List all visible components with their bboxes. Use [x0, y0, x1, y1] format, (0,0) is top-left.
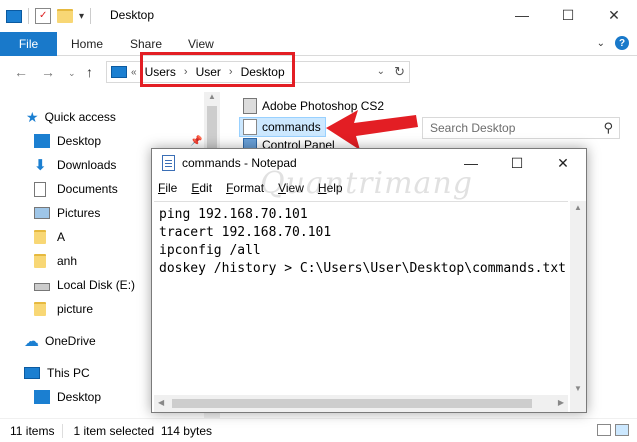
- tab-view[interactable]: View: [188, 37, 214, 51]
- tab-file[interactable]: File: [0, 32, 57, 56]
- up-arrow-icon[interactable]: ↑: [86, 64, 93, 80]
- scroll-left-icon[interactable]: ◀: [158, 398, 164, 407]
- ribbon: File Home Share View ⌄ ?: [0, 32, 637, 56]
- selection-info: 1 item selected 114 bytes: [73, 423, 212, 438]
- nav-item-desktop-pc[interactable]: Desktop: [34, 386, 101, 408]
- control-panel-icon: [243, 138, 257, 148]
- notepad-icon: [162, 155, 175, 171]
- nav-item-quick-access[interactable]: ★ Quick access: [26, 106, 116, 128]
- customize-toolbar-icon[interactable]: ▾: [79, 11, 84, 22]
- scroll-up-icon[interactable]: ▲: [208, 92, 216, 101]
- horizontal-scroll-thumb[interactable]: [172, 399, 532, 408]
- nav-item-pictures[interactable]: Pictures: [34, 202, 100, 224]
- minimize-button[interactable]: —: [499, 0, 545, 30]
- text-line: doskey /history > C:\Users\User\Desktop\…: [159, 261, 566, 276]
- cloud-icon: ☁: [24, 333, 39, 350]
- nav-item-anh[interactable]: anh: [34, 250, 77, 272]
- photoshop-shortcut-icon: [243, 98, 257, 114]
- nav-item-documents[interactable]: Documents: [34, 178, 118, 200]
- overflow-chevron-icon[interactable]: «: [131, 67, 137, 78]
- nav-item-picture[interactable]: picture: [34, 298, 93, 320]
- search-input[interactable]: Search Desktop ⚲: [422, 117, 620, 139]
- resize-grip[interactable]: [570, 395, 586, 412]
- text-line: tracert 192.168.70.101: [159, 225, 332, 240]
- desktop-icon: [34, 390, 50, 404]
- nav-item-a[interactable]: A: [34, 226, 65, 248]
- tab-share[interactable]: Share: [130, 37, 162, 51]
- menu-format[interactable]: Format: [226, 181, 264, 195]
- this-pc-icon: [111, 66, 127, 78]
- new-folder-icon[interactable]: [57, 9, 73, 23]
- large-icons-view-icon[interactable]: [615, 424, 629, 436]
- explorer-app-icon: [6, 9, 22, 23]
- file-item-commands[interactable]: commands: [239, 117, 326, 137]
- notepad-vertical-scrollbar[interactable]: ▲ ▼: [570, 201, 586, 395]
- refresh-icon[interactable]: ↻: [394, 64, 405, 80]
- folder-icon: [34, 230, 46, 244]
- notepad-horizontal-scrollbar[interactable]: ◀ ▶: [154, 395, 568, 412]
- back-arrow-icon[interactable]: ←: [14, 64, 28, 80]
- address-dropdown-icon[interactable]: ⌄: [377, 66, 385, 77]
- quick-access-toolbar: ✓ ▾: [6, 6, 92, 26]
- nav-item-local-disk-e[interactable]: Local Disk (E:): [34, 274, 135, 296]
- folder-icon: [34, 254, 46, 268]
- details-view-icon[interactable]: [597, 424, 611, 436]
- expand-ribbon-icon[interactable]: ⌄: [597, 38, 605, 49]
- forward-arrow-icon[interactable]: →: [41, 64, 55, 80]
- star-icon: ★: [26, 108, 39, 125]
- address-row: ← → ⌄ ↑ « Users › User › Desktop ⌄ ↻ Sea…: [0, 56, 637, 139]
- nav-item-onedrive[interactable]: ☁ OneDrive: [24, 330, 96, 352]
- window-title: Desktop: [110, 8, 155, 22]
- desktop-icon: [34, 134, 50, 148]
- documents-icon: [34, 181, 46, 197]
- search-icon: ⚲: [603, 120, 613, 135]
- nav-item-downloads[interactable]: ⬇ Downloads: [34, 154, 116, 176]
- address-highlight-box: [140, 52, 295, 87]
- tab-home[interactable]: Home: [71, 37, 103, 51]
- scroll-down-icon[interactable]: ▼: [574, 384, 582, 393]
- text-line: ping 192.168.70.101: [159, 207, 308, 222]
- text-line: ipconfig /all: [159, 243, 261, 258]
- help-icon[interactable]: ?: [615, 36, 629, 50]
- folder-icon: [34, 302, 46, 316]
- maximize-button[interactable]: ☐: [545, 0, 591, 30]
- scroll-up-icon[interactable]: ▲: [574, 203, 582, 212]
- recent-locations-icon[interactable]: ⌄: [68, 68, 76, 79]
- status-bar: 11 items 1 item selected 114 bytes: [0, 418, 637, 442]
- pictures-icon: [34, 207, 50, 219]
- menu-edit[interactable]: Edit: [191, 181, 212, 195]
- scroll-right-icon[interactable]: ▶: [558, 398, 564, 407]
- close-button[interactable]: ✕: [591, 0, 637, 30]
- watermark: Quantrimang: [260, 166, 473, 201]
- pin-icon[interactable]: 📌: [190, 136, 202, 147]
- download-icon: ⬇: [34, 157, 47, 174]
- notepad-close-button[interactable]: ✕: [540, 149, 586, 177]
- menu-file[interactable]: File: [158, 181, 177, 195]
- drive-icon: [34, 283, 50, 291]
- properties-icon[interactable]: ✓: [35, 8, 51, 24]
- explorer-titlebar: ✓ ▾ Desktop — ☐ ✕: [0, 0, 637, 32]
- notepad-maximize-button[interactable]: ☐: [494, 149, 540, 177]
- nav-item-desktop[interactable]: Desktop: [34, 130, 101, 152]
- caption-buttons: — ☐ ✕: [499, 0, 637, 30]
- text-file-icon: [243, 119, 257, 135]
- pc-icon: [24, 367, 40, 379]
- notepad-text-area[interactable]: ping 192.168.70.101 tracert 192.168.70.10…: [154, 201, 568, 395]
- item-count: 11 items: [10, 423, 55, 438]
- search-placeholder: Search Desktop: [430, 121, 516, 135]
- nav-item-this-pc[interactable]: This PC: [24, 362, 90, 384]
